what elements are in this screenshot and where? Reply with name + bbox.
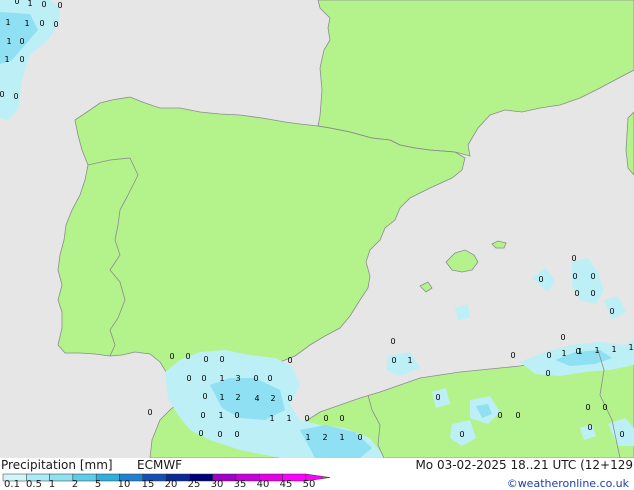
value-marker: 0 — [546, 351, 551, 360]
colorbar-tick-label: 25 — [187, 479, 201, 490]
value-marker: 2 — [235, 393, 240, 402]
value-marker: 0 — [575, 347, 580, 356]
value-marker: 0 — [14, 0, 19, 6]
value-marker: 0 — [435, 393, 440, 402]
value-marker: 0 — [497, 411, 502, 420]
value-marker: 0 — [590, 289, 595, 298]
value-marker: 0 — [234, 430, 239, 439]
value-marker: 1 — [628, 343, 633, 352]
value-marker: 1 — [24, 19, 29, 28]
value-marker: 0 — [609, 307, 614, 316]
value-marker: 0 — [186, 374, 191, 383]
value-marker: 0 — [560, 333, 565, 342]
value-marker: 0 — [287, 356, 292, 365]
value-marker: 0 — [219, 355, 224, 364]
value-marker: 0 — [19, 55, 24, 64]
value-marker: 0 — [538, 275, 543, 284]
value-marker: 1 — [407, 356, 412, 365]
value-marker: 0 — [571, 254, 576, 263]
value-marker: 0 — [19, 37, 24, 46]
colorbar-tick-label: 15 — [141, 479, 155, 490]
value-marker: 1 — [219, 374, 224, 383]
value-marker: 0 — [234, 411, 239, 420]
valid-time-label: Mo 03-02-2025 18..21 UTC (12+129 — [415, 458, 633, 472]
value-marker: 1 — [5, 18, 10, 27]
value-marker: 0 — [619, 430, 624, 439]
value-marker: 0 — [287, 394, 292, 403]
value-marker: 1 — [6, 37, 11, 46]
value-marker: 0 — [147, 408, 152, 417]
value-marker: 0 — [390, 337, 395, 346]
value-marker: 0 — [253, 374, 258, 383]
colorbar-tick-label: 50 — [302, 479, 316, 490]
value-marker: 0 — [323, 414, 328, 423]
value-marker: 0 — [590, 272, 595, 281]
value-marker: 0 — [391, 356, 396, 365]
value-marker: 4 — [254, 394, 259, 403]
value-marker: 0 — [510, 351, 515, 360]
value-marker: 0 — [201, 374, 206, 383]
value-marker: 0 — [169, 352, 174, 361]
colorbar-tick-label: 45 — [279, 479, 293, 490]
value-marker: 2 — [322, 433, 327, 442]
value-marker: 0 — [574, 289, 579, 298]
value-marker: 0 — [545, 369, 550, 378]
precipitation-map: 0 1 0 01 1 0 01 01 00 00 0 0 00 0 1 3 0 000 1 2 4 2 00 1 0 1 1 0 0 00… — [0, 0, 634, 458]
value-marker: 1 — [594, 346, 599, 355]
colorbar-tick-label: 40 — [256, 479, 270, 490]
legend-footer: Precipitation [mm] ECMWF Mo 03-02-2025 1… — [0, 458, 634, 490]
colorbar-tick-label: 20 — [164, 479, 178, 490]
value-marker: 0 — [572, 272, 577, 281]
colorbar-tick-label: 2 — [71, 479, 79, 490]
value-marker: 2 — [270, 394, 275, 403]
value-marker: 0 — [515, 411, 520, 420]
value-marker: 0 — [459, 430, 464, 439]
copyright-label: ©weatheronline.co.uk — [506, 477, 629, 490]
value-marker: 1 — [286, 414, 291, 423]
value-marker: 1 — [27, 0, 32, 8]
value-marker: 0 — [339, 414, 344, 423]
value-marker: 1 — [219, 393, 224, 402]
value-marker: 0 — [202, 392, 207, 401]
value-marker: 0 — [585, 403, 590, 412]
value-marker: 0 — [357, 433, 362, 442]
colorbar-tick-label: 0.1 — [4, 479, 20, 490]
value-marker: 0 — [198, 429, 203, 438]
value-marker: 1 — [218, 411, 223, 420]
colorbar-tick-label: 10 — [117, 479, 131, 490]
value-marker: 1 — [269, 414, 274, 423]
value-marker: 0 — [267, 374, 272, 383]
model-label: ECMWF — [137, 458, 183, 472]
value-marker: 0 — [39, 19, 44, 28]
value-marker: 1 — [4, 55, 9, 64]
legend-title: Precipitation [mm] — [1, 458, 113, 472]
value-marker: 0 — [13, 92, 18, 101]
value-marker: 0 — [203, 355, 208, 364]
colorbar-tick-label: 0.5 — [26, 479, 42, 490]
value-marker: 1 — [561, 349, 566, 358]
value-marker: 0 — [41, 0, 46, 9]
value-marker: 1 — [305, 433, 310, 442]
colorbar-tick-label: 1 — [48, 479, 56, 490]
value-marker: 0 — [304, 414, 309, 423]
value-marker: 0 — [587, 423, 592, 432]
value-marker: 1 — [611, 345, 616, 354]
value-marker: 0 — [602, 403, 607, 412]
colorbar-tick-label: 5 — [94, 479, 102, 490]
colorbar-tick-label: 30 — [210, 479, 224, 490]
value-marker: 0 — [53, 20, 58, 29]
value-marker: 0 — [200, 411, 205, 420]
value-marker: 0 — [0, 90, 5, 99]
value-marker: 0 — [217, 430, 222, 439]
colorbar-tick-label: 35 — [233, 479, 247, 490]
value-marker: 0 — [57, 1, 62, 10]
value-marker: 1 — [339, 433, 344, 442]
value-marker: 3 — [235, 374, 240, 383]
value-marker: 0 — [185, 352, 190, 361]
